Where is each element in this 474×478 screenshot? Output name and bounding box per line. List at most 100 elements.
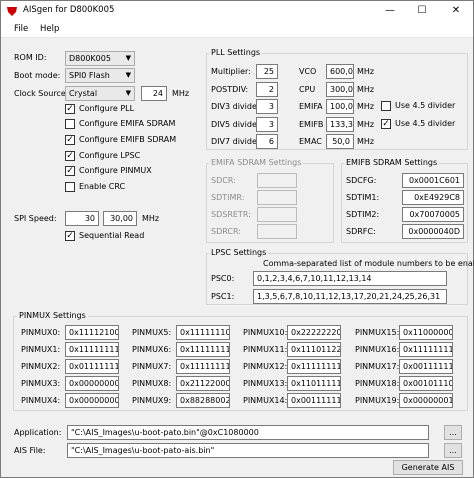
sdrfc-input[interactable]: 0x0000040D [402,224,464,239]
div7-label: DIV7 divider: [211,137,263,146]
chevron-down-icon: ▼ [125,71,131,79]
sdtimr-label: SDTIMR: [211,193,245,202]
emifb-div45-checkbox[interactable]: ✓ [381,119,391,129]
psc0-label: PSC0: [211,274,235,283]
boot-mode-select[interactable]: SPI0 Flash ▼ [65,68,135,83]
close-button[interactable]: ✕ [441,1,471,21]
pinmux-input[interactable]: 0x00000001 [399,393,453,408]
title-bar[interactable]: AISgen for D800K005 — ☐ ✕ [1,1,473,21]
emac-label: EMAC [299,137,322,146]
pinmux-input[interactable]: 0x01111111 [65,359,119,374]
clock-source-value: Crystal [69,89,98,98]
pinmux-label: PINMUX2: [21,362,61,371]
ais-file-input[interactable]: "C:\AIS_Images\u-boot-pato-ais.bin" [67,443,429,458]
enable-crc-checkbox[interactable] [65,182,75,192]
rom-id-value: D800K005 [69,54,111,63]
application-browse-button[interactable]: ... [444,425,462,440]
pinmux-label: PINMUX17: [355,362,400,371]
configure-pll-checkbox[interactable]: ✓ [65,104,75,114]
minimize-button[interactable]: — [375,1,405,21]
generate-ais-button[interactable]: Generate AIS [393,460,463,475]
sdtim1-input[interactable]: 0xE4929C8 [402,190,464,205]
maximize-button[interactable]: ☐ [407,1,437,21]
ais-file-browse-button[interactable]: ... [444,443,462,458]
pinmux-input[interactable]: 0x88288002 [176,393,230,408]
pinmux-label: PINMUX19: [355,396,400,405]
psc1-label: PSC1: [211,292,235,301]
configure-emifb-checkbox[interactable]: ✓ [65,135,75,145]
div7-input[interactable]: 6 [256,134,278,149]
cpu-value: 300,0 [326,82,354,97]
pinmux-input[interactable]: 0x22222220 [287,325,341,340]
emifa-unit: MHz [357,102,375,111]
rom-id-select[interactable]: D800K005 ▼ [65,51,135,66]
div3-input[interactable]: 3 [256,99,278,114]
pinmux-input[interactable]: 0x11111111 [176,342,230,357]
clock-source-select[interactable]: Crystal ▼ [65,86,135,101]
application-input[interactable]: "C:\AIS_Images\u-boot-pato.bin"@0xC10800… [67,425,429,440]
pinmux-input[interactable]: 0x11000000 [399,325,453,340]
chevron-down-icon: ▼ [125,54,131,62]
multiplier-input[interactable]: 25 [256,64,278,79]
sdrcr-label: SDRCR: [211,227,241,236]
clock-mhz-unit: MHz [172,89,190,98]
cpu-unit: MHz [357,85,375,94]
sdrcr-input[interactable] [257,224,297,239]
pinmux-input[interactable]: 0x11111111 [287,359,341,374]
pinmux-input[interactable]: 0x11111111 [65,342,119,357]
pinmux-input[interactable]: 0x21122000 [176,376,230,391]
aisgen-window: AISgen for D800K005 — ☐ ✕ File Help ROM … [0,0,474,478]
pinmux-input[interactable]: 0x00000000 [65,376,119,391]
configure-pinmux-checkbox[interactable]: ✓ [65,166,75,176]
menu-file[interactable]: File [14,24,28,34]
emac-value: 50,0 [326,134,354,149]
div5-input[interactable]: 3 [256,117,278,132]
sdcfg-label: SDCFG: [346,176,377,185]
sdsretr-input[interactable] [257,207,297,222]
emifb-value: 133,3 [326,117,354,132]
pinmux-input[interactable]: 0x11111110 [176,325,230,340]
spi-speed-actual: 30,00 [103,211,137,226]
pinmux-label: PINMUX15: [355,328,400,337]
pinmux-label: PINMUX18: [355,379,400,388]
sdcr-label: SDCR: [211,176,236,185]
sdtimr-input[interactable] [257,190,297,205]
psc0-input[interactable]: 0,1,2,3,4,6,7,10,11,12,13,14 [253,271,447,286]
enable-crc-label: Enable CRC [79,182,126,191]
emifb-sdram-title: EMIFB SDRAM Settings [344,158,440,167]
pinmux-label: PINMUX8: [132,379,172,388]
pinmux-input[interactable]: 0x00000000 [65,393,119,408]
sdtim1-label: SDTIM1: [346,193,380,202]
spi-speed-input[interactable]: 30 [65,211,99,226]
menu-help[interactable]: Help [40,24,59,34]
sdtim2-input[interactable]: 0x70070005 [402,207,464,222]
emifa-div45-label: Use 4.5 divider [395,101,456,110]
pinmux-label: PINMUX13: [243,379,288,388]
pinmux-input[interactable]: 0x11011111 [287,376,341,391]
emifb-label: EMIFB [299,120,324,129]
clock-mhz-input[interactable]: 24 [141,86,167,101]
emifb-unit: MHz [357,120,375,129]
sdcr-input[interactable] [257,173,297,188]
psc1-input[interactable]: 1,3,5,6,7,8,10,11,12,13,17,20,21,24,25,2… [253,289,447,304]
configure-pinmux-label: Configure PINMUX [79,166,152,175]
pinmux-input[interactable]: 0x11111111 [176,359,230,374]
pinmux-label: PINMUX9: [132,396,172,405]
emifa-div45-checkbox[interactable] [381,101,391,111]
pinmux-input[interactable]: 0x00111111 [399,359,453,374]
configure-emifa-checkbox[interactable] [65,119,75,129]
pinmux-label: PINMUX1: [21,345,61,354]
sdcfg-input[interactable]: 0x0001C601 [402,173,464,188]
pinmux-input[interactable]: 0x11101122 [287,342,341,357]
boot-mode-value: SPI0 Flash [69,71,110,80]
boot-mode-label: Boot mode: [14,71,61,80]
pinmux-input[interactable]: 0x00101110 [399,376,453,391]
clock-source-label: Clock Source: [14,89,69,98]
postdiv-input[interactable]: 2 [256,82,278,97]
pinmux-label: PINMUX3: [21,379,61,388]
sequential-read-checkbox[interactable]: ✓ [65,231,75,241]
pinmux-input[interactable]: 0x00111111 [287,393,341,408]
pinmux-input[interactable]: 0x11112100 [65,325,119,340]
pinmux-input[interactable]: 0x11111111 [399,342,453,357]
configure-lpsc-checkbox[interactable]: ✓ [65,151,75,161]
